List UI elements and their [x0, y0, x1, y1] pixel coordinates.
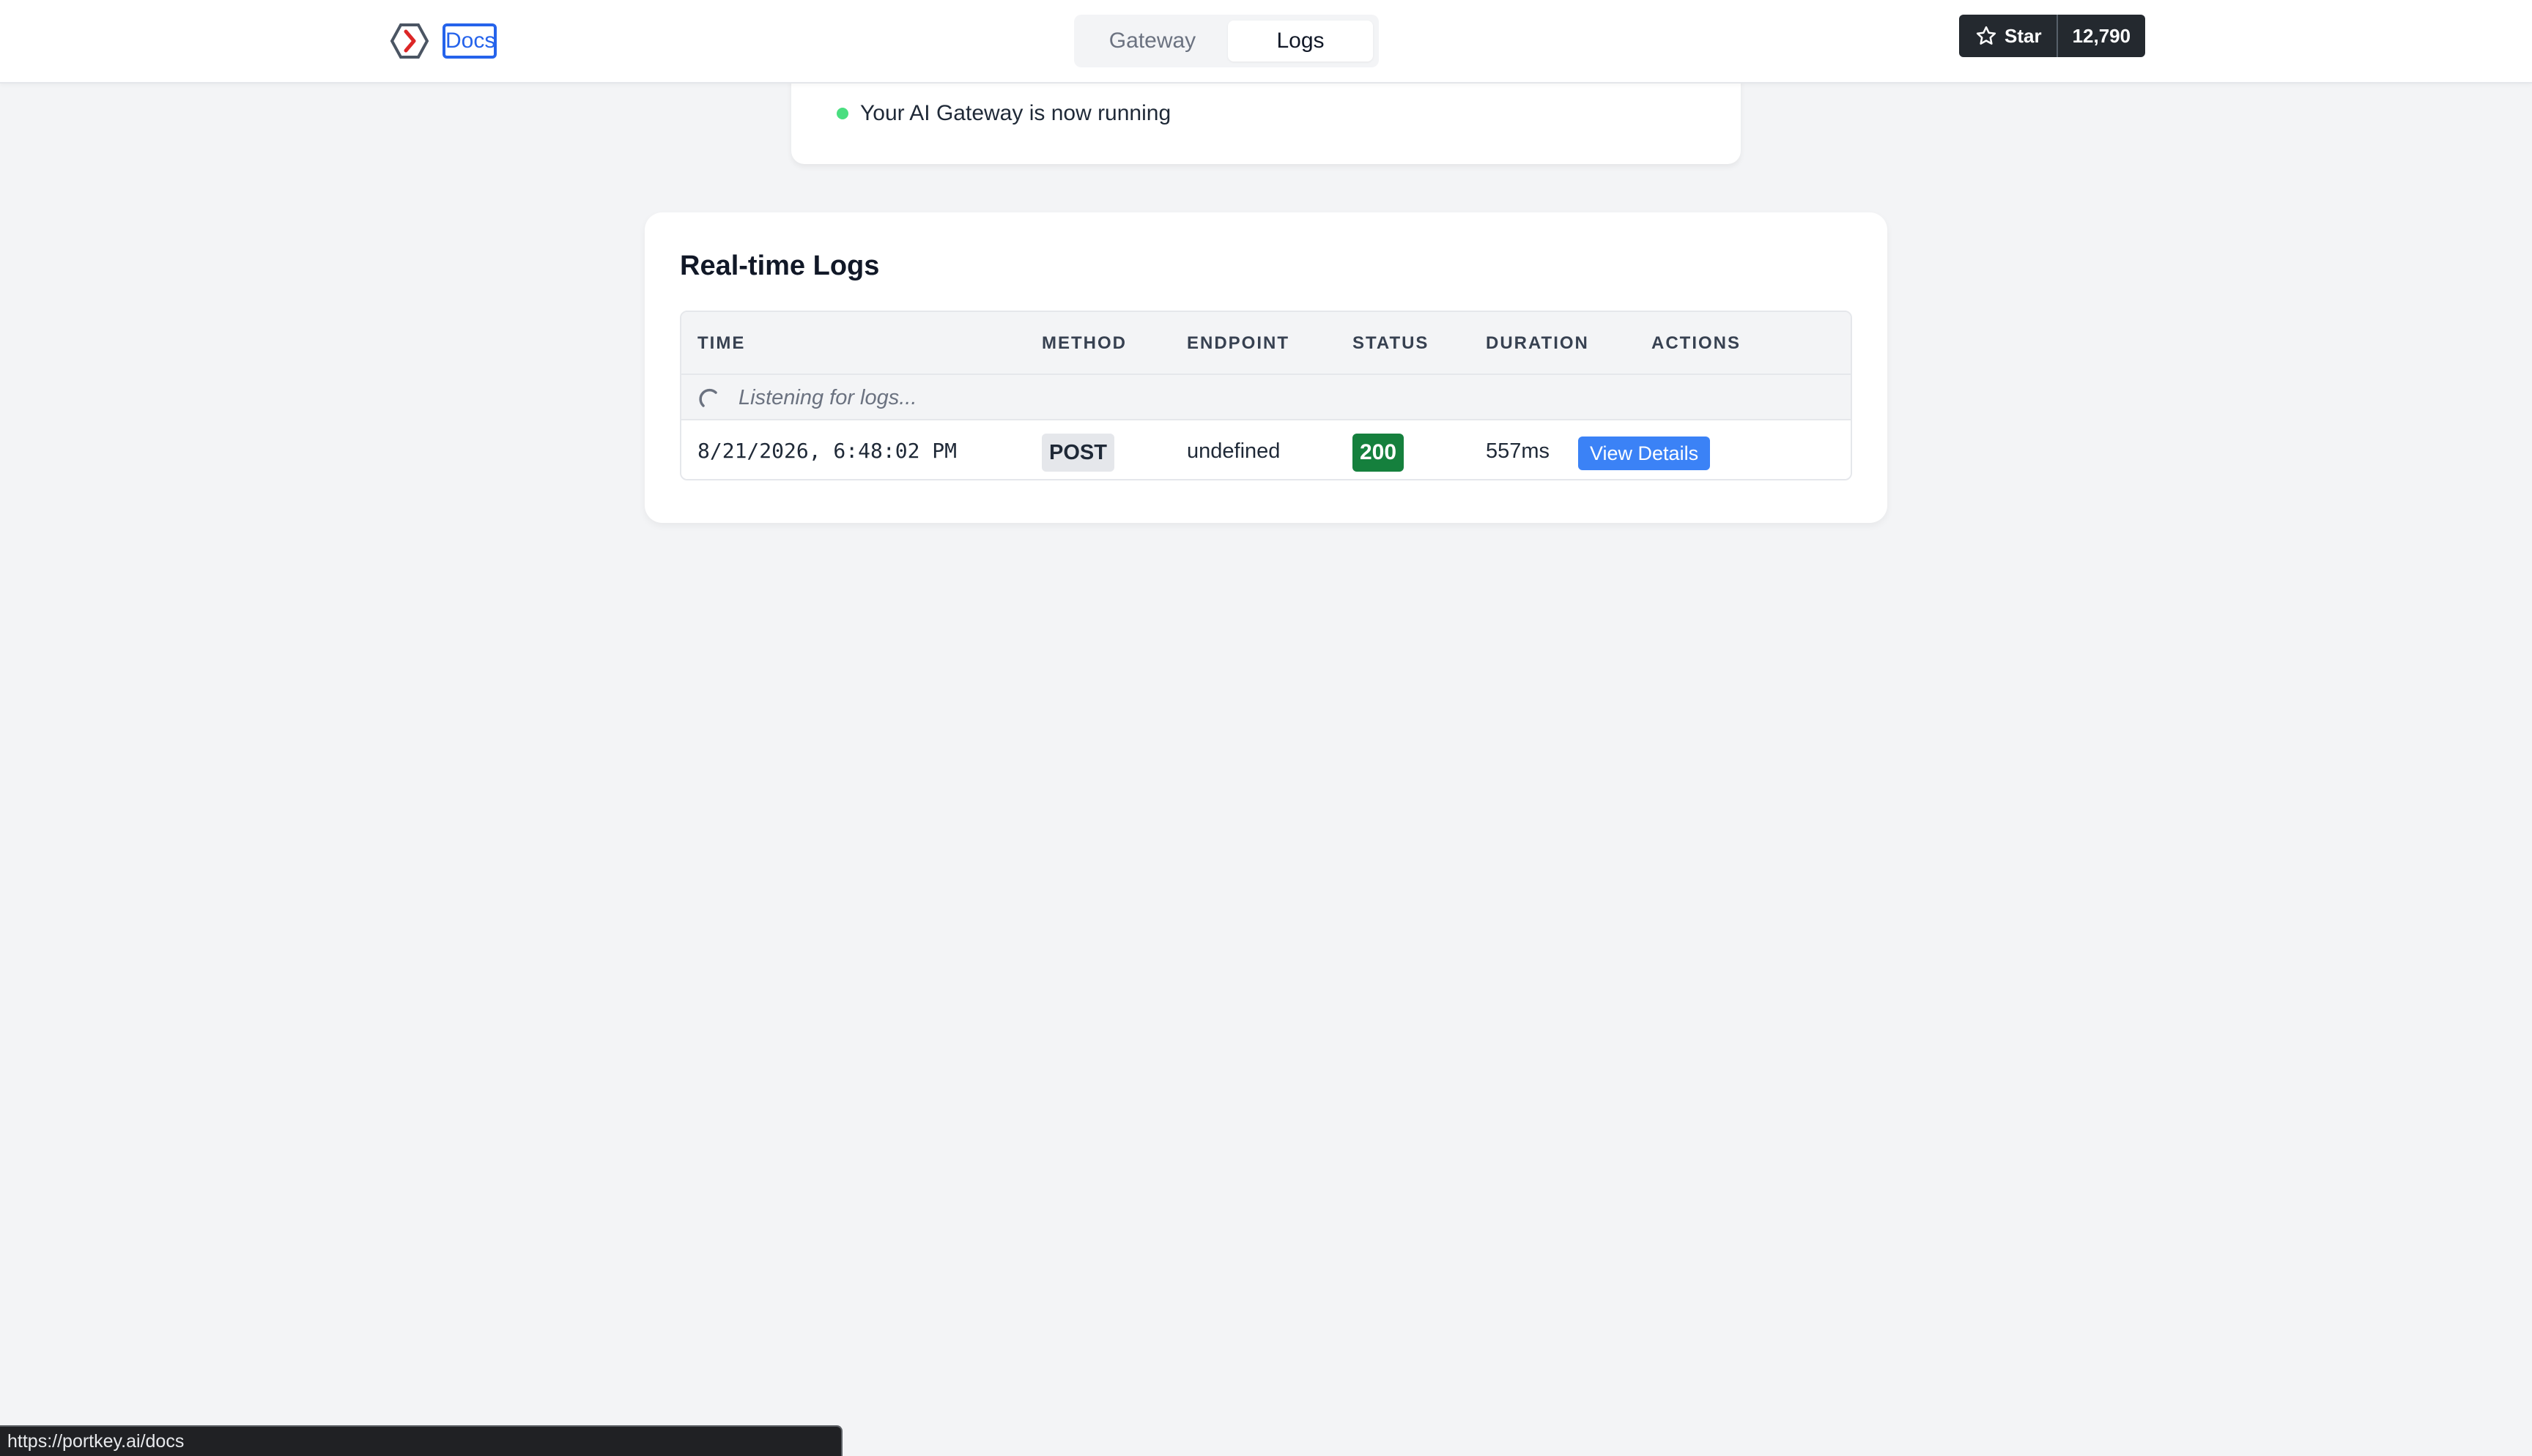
- top-header: Docs Gateway Logs Star 12,790: [0, 0, 2532, 83]
- logs-table: TIME METHOD ENDPOINT STATUS DURATION ACT…: [680, 311, 1852, 480]
- log-endpoint: undefined: [1187, 439, 1281, 463]
- table-header: TIME METHOD ENDPOINT STATUS DURATION ACT…: [681, 312, 1851, 375]
- star-icon: [1976, 26, 1996, 45]
- logs-title: Real-time Logs: [680, 250, 880, 281]
- tab-gateway[interactable]: Gateway: [1080, 21, 1225, 62]
- listening-row: Listening for logs...: [681, 375, 1851, 420]
- realtime-logs-card: Real-time Logs TIME METHOD ENDPOINT STAT…: [645, 212, 1887, 523]
- column-header-endpoint: ENDPOINT: [1187, 333, 1290, 353]
- docs-link[interactable]: Docs: [443, 23, 497, 59]
- loading-spinner-icon: [699, 388, 717, 407]
- method-badge: POST: [1042, 434, 1114, 472]
- star-section[interactable]: Star: [1959, 15, 2058, 57]
- column-header-actions: ACTIONS: [1651, 333, 1741, 353]
- column-header-duration: DURATION: [1486, 333, 1589, 353]
- table-row[interactable]: 8/21/2026, 6:48:02 PM POST undefined 200…: [681, 420, 1851, 479]
- link-preview-statusbar: https://portkey.ai/docs: [0, 1425, 843, 1456]
- listening-text: Listening for logs...: [738, 386, 917, 409]
- gateway-status-text: Your AI Gateway is now running: [860, 101, 1171, 125]
- github-star-button[interactable]: Star 12,790: [1959, 15, 2145, 57]
- tab-logs[interactable]: Logs: [1228, 21, 1373, 62]
- log-time: 8/21/2026, 6:48:02 PM: [697, 439, 958, 463]
- view-details-button[interactable]: View Details: [1578, 437, 1711, 470]
- view-tabs: Gateway Logs: [1074, 15, 1379, 67]
- statusbar-url: https://portkey.ai/docs: [7, 1431, 185, 1452]
- column-header-time: TIME: [697, 333, 746, 353]
- status-dot-icon: [837, 108, 848, 119]
- log-duration: 557ms: [1486, 439, 1550, 463]
- star-label: Star: [2004, 24, 2042, 47]
- portkey-logo-icon[interactable]: [390, 22, 429, 60]
- star-count[interactable]: 12,790: [2058, 25, 2131, 48]
- status-badge: 200: [1352, 434, 1404, 472]
- column-header-method: METHOD: [1042, 333, 1127, 353]
- column-header-status: STATUS: [1352, 333, 1429, 353]
- gateway-status-row: Your AI Gateway is now running: [837, 101, 1171, 126]
